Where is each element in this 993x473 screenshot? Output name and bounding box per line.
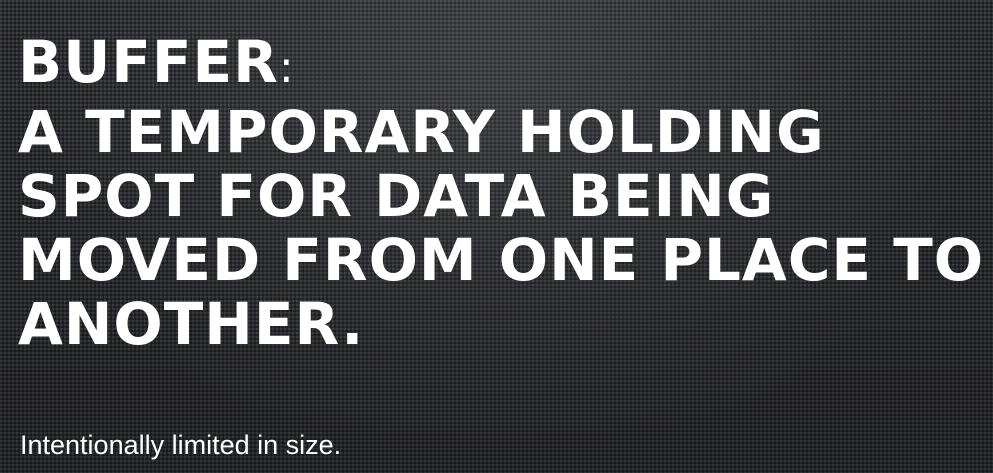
definition-line-2: SPOT FOR DATA BEING xyxy=(18,162,775,230)
title-term-line: BUFFER: xyxy=(18,30,978,100)
slide-title: BUFFER: A TEMPORARY HOLDING SPOT FOR DAT… xyxy=(18,30,985,358)
slide: BUFFER: A TEMPORARY HOLDING SPOT FOR DAT… xyxy=(0,0,993,473)
term-colon: : xyxy=(278,42,295,93)
slide-subtitle: Intentionally limited in size. xyxy=(20,430,342,460)
term-word: BUFFER xyxy=(18,28,279,96)
definition-line-4: ANOTHER. xyxy=(18,290,365,358)
definition-line-3: MOVED FROM ONE PLACE TO xyxy=(18,226,985,294)
definition-line-1: A TEMPORARY HOLDING xyxy=(18,98,825,166)
